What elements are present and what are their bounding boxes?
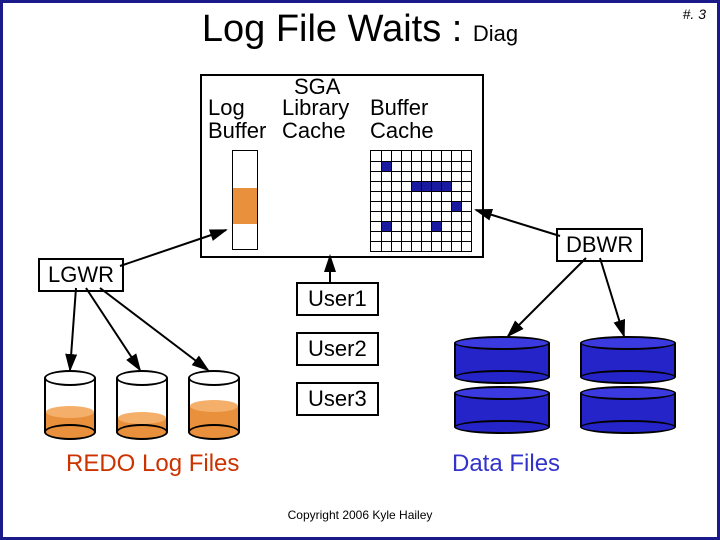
dbwr-process: DBWR — [556, 228, 643, 262]
buffer-cache-dirty-block — [382, 162, 391, 171]
buffer-cache-dirty-block — [382, 222, 391, 231]
log-buffer-fill — [232, 188, 258, 224]
buffer-cache-dirty-block — [432, 222, 441, 231]
title-sub: Diag — [473, 21, 518, 46]
redo-log-file — [116, 370, 168, 440]
redo-log-file — [44, 370, 96, 440]
data-files-label: Data Files — [452, 450, 560, 478]
data-file — [454, 386, 550, 434]
redo-log-files-label: REDO Log Files — [66, 450, 239, 478]
library-cache-label: Library Cache — [282, 96, 349, 142]
buffer-cache-dirty-block — [412, 182, 421, 191]
redo-log-file — [188, 370, 240, 440]
buffer-cache-dirty-block — [432, 182, 441, 191]
user3-label: User3 — [296, 382, 379, 416]
data-file — [580, 336, 676, 384]
lgwr-process: LGWR — [38, 258, 124, 292]
buffer-cache-dirty-block — [442, 182, 451, 191]
slide-title: Log File Waits : Diag — [0, 8, 720, 51]
buffer-cache-dirty-block — [422, 182, 431, 191]
data-file — [454, 336, 550, 384]
copyright: Copyright 2006 Kyle Hailey — [0, 508, 720, 522]
buffer-cache-grid — [370, 150, 472, 252]
buffer-cache-label: Buffer Cache — [370, 96, 434, 142]
user1-label: User1 — [296, 282, 379, 316]
user2-label: User2 — [296, 332, 379, 366]
title-main: Log File Waits : — [202, 8, 473, 50]
data-file — [580, 386, 676, 434]
buffer-cache-dirty-block — [452, 202, 461, 211]
log-buffer-label: Log Buffer — [208, 96, 266, 142]
